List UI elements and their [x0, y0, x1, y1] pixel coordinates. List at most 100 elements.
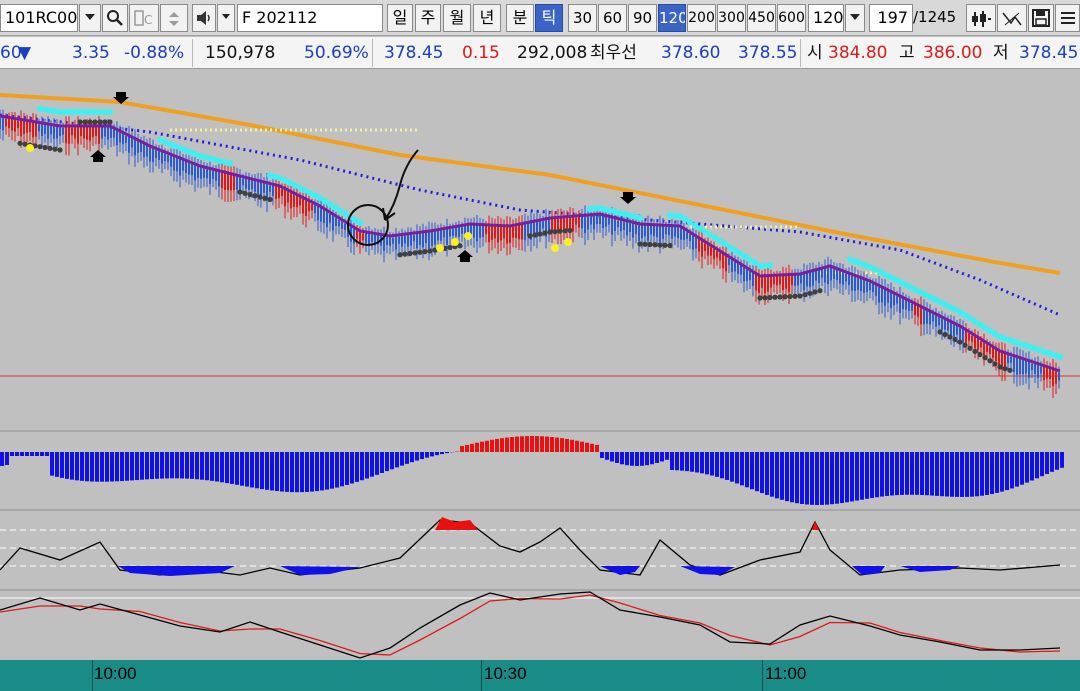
gray-signal-dot — [427, 248, 433, 254]
gray-signal-dot — [982, 355, 988, 361]
yellow-signal-marker — [551, 244, 559, 252]
candle-body — [683, 229, 685, 240]
gray-signal-dot — [77, 119, 83, 125]
histogram-bar — [755, 452, 759, 492]
gray-signal-dot — [102, 119, 108, 125]
gray-signal-dot — [87, 119, 93, 125]
histogram-bar — [905, 452, 909, 495]
histogram-bar — [115, 452, 119, 482]
histogram-bar — [190, 452, 194, 479]
tick-button-60[interactable]: 60 — [598, 4, 627, 32]
histogram-bar — [820, 452, 824, 505]
candle-body — [590, 216, 592, 225]
cyan-signal-dot — [356, 219, 364, 227]
gray-signal-dot — [772, 294, 778, 300]
candle-body — [239, 175, 241, 190]
spin-updown-button[interactable] — [160, 4, 188, 32]
crosshair-tool-icon — [1002, 12, 1022, 26]
candle-body — [38, 124, 40, 132]
tick-button-200[interactable]: 200 — [687, 4, 716, 32]
period-button-tick[interactable]: 틱 — [535, 4, 563, 32]
candle-body — [668, 226, 670, 236]
code-dropdown-button[interactable] — [79, 4, 101, 32]
chart-tool-button[interactable] — [966, 4, 996, 32]
candle-body — [740, 265, 742, 275]
period-button-day[interactable]: 일 — [387, 4, 413, 32]
histogram-bar — [195, 452, 199, 480]
tick-button-30[interactable]: 30 — [568, 4, 597, 32]
code-search-button[interactable]: C — [129, 4, 159, 32]
item-name-field[interactable]: F 202112 — [237, 4, 383, 32]
chart-area[interactable] — [0, 70, 1080, 660]
tick-button-600[interactable]: 600 — [777, 4, 806, 32]
gray-signal-dot — [652, 242, 658, 248]
histogram-bar — [810, 452, 814, 505]
candle-body — [56, 125, 58, 139]
tick-select[interactable]: 120 — [808, 4, 844, 32]
candle-body — [53, 124, 55, 139]
period-button-year[interactable]: 년 — [473, 4, 501, 32]
candle-body — [917, 305, 919, 317]
histogram-bar — [800, 452, 804, 504]
tick-button-450[interactable]: 450 — [747, 4, 776, 32]
tick-button-300[interactable]: 300 — [717, 4, 746, 32]
candle-body — [791, 275, 793, 286]
count-input[interactable]: 197 — [869, 4, 913, 32]
histogram-bar — [895, 452, 899, 496]
search-button[interactable] — [102, 4, 128, 32]
histogram-bar — [1055, 452, 1059, 470]
period-button-month[interactable]: 월 — [443, 4, 471, 32]
speaker-dropdown-button[interactable] — [217, 4, 235, 32]
crosshair-tool-button[interactable] — [997, 4, 1027, 32]
candle-body — [479, 224, 481, 238]
histogram-bar — [365, 452, 369, 479]
candle-body — [494, 225, 496, 239]
chart-canvas[interactable] — [0, 70, 1080, 660]
histogram-bar — [735, 452, 739, 484]
histogram-bar — [290, 452, 294, 493]
histogram-bar — [760, 452, 764, 494]
candle-body — [254, 180, 256, 192]
histogram-bar — [955, 452, 959, 497]
gray-signal-dot — [107, 119, 113, 125]
candle-body — [314, 205, 316, 214]
speaker-button[interactable] — [192, 4, 216, 32]
histogram-bar — [860, 452, 864, 500]
gray-signal-dot — [37, 144, 43, 150]
candle-body — [71, 127, 73, 136]
gray-signal-dot — [972, 348, 978, 354]
tick-button-90[interactable]: 90 — [628, 4, 657, 32]
gray-signal-dot — [532, 232, 538, 238]
candle-body — [797, 274, 799, 286]
histogram-bar — [525, 436, 529, 452]
best-bid: 378.55 — [738, 43, 798, 63]
candle-body — [905, 300, 907, 310]
chart-tool-icon — [972, 11, 991, 27]
histogram-bar — [635, 452, 639, 466]
candle-body — [368, 232, 370, 246]
histogram-bar — [580, 441, 584, 452]
save-button[interactable] — [1028, 4, 1054, 32]
volume: 150,978 — [205, 43, 276, 63]
code-input[interactable]: 101RC000 — [0, 4, 78, 32]
histogram-bar — [245, 452, 249, 487]
histogram-bar — [1030, 452, 1034, 481]
period-button-week[interactable]: 주 — [415, 4, 441, 32]
gray-signal-dot — [267, 196, 273, 203]
histogram-bar — [745, 452, 749, 488]
gray-signal-dot — [557, 228, 563, 234]
candle-body — [299, 197, 301, 206]
settings-button[interactable] — [1055, 4, 1080, 32]
candle-body — [821, 269, 823, 278]
gray-signal-dot — [262, 195, 268, 201]
candle-body — [329, 213, 331, 223]
tick-select-dropdown[interactable] — [845, 4, 865, 32]
histogram-bar — [785, 452, 789, 502]
candle-body — [410, 233, 412, 246]
gray-signal-dot — [967, 345, 973, 351]
period-button-minute[interactable]: 분 — [506, 4, 534, 32]
tick-button-120[interactable]: 120 — [658, 4, 686, 32]
candle-body — [74, 126, 76, 139]
candle-body — [563, 216, 565, 231]
histogram-bar — [550, 436, 554, 452]
